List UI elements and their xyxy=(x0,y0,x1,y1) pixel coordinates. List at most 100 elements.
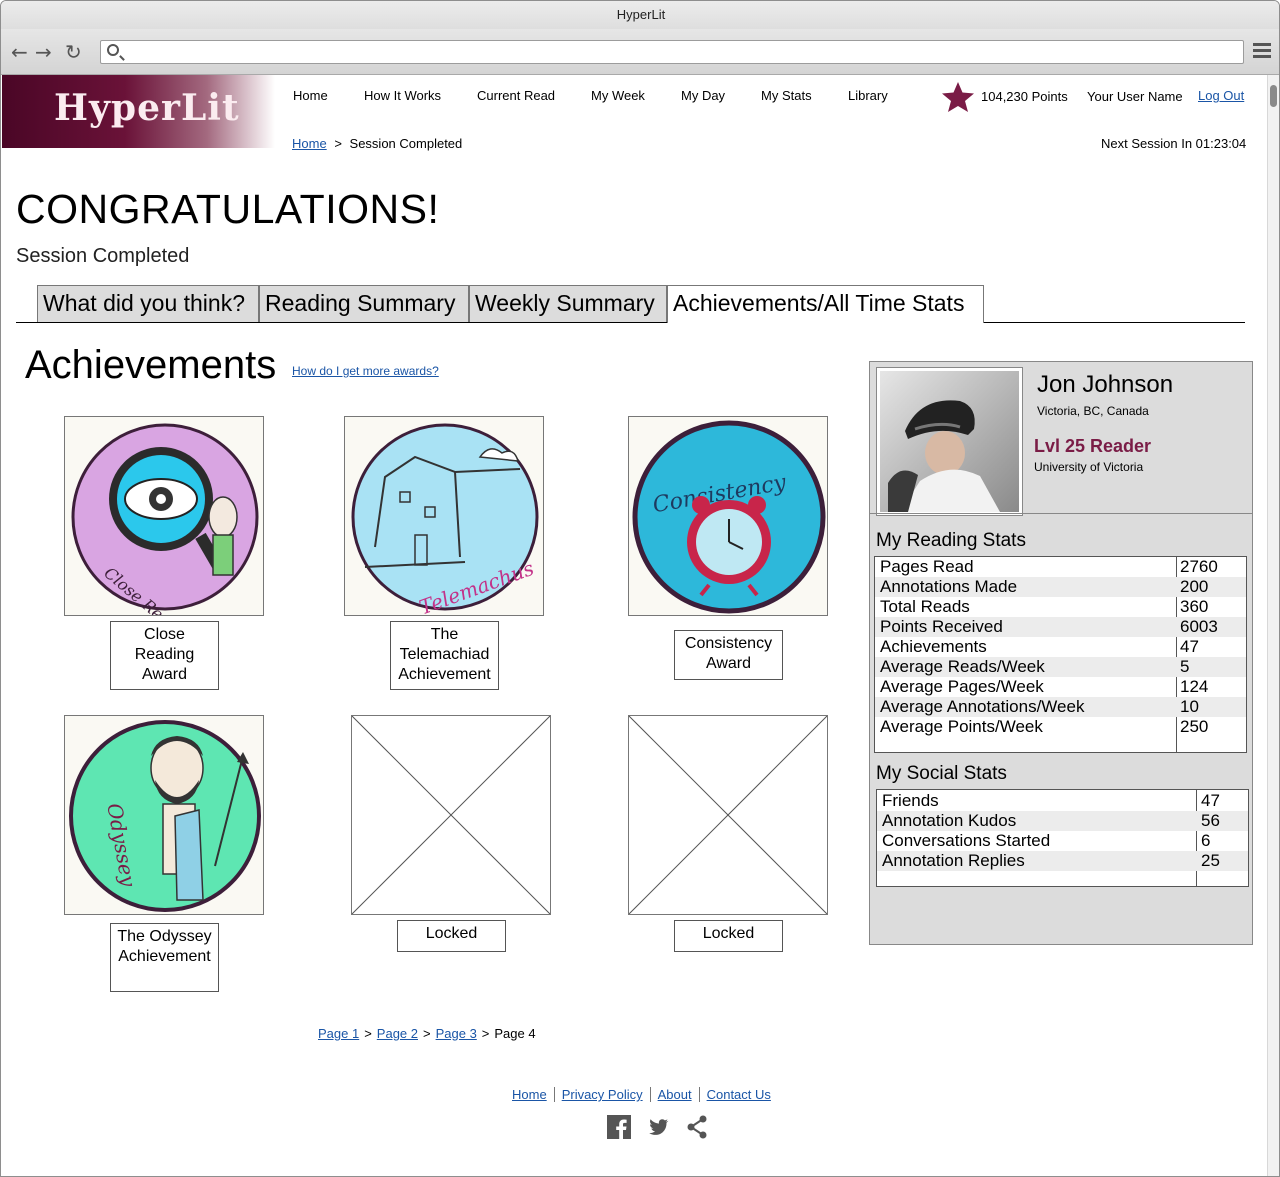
house-icon: Telemachus xyxy=(351,423,539,615)
pager-separator: > xyxy=(481,1026,490,1041)
footer-privacy-link[interactable]: Privacy Policy xyxy=(553,1087,650,1102)
browser-window: HyperLit ← → ↻ HyperLit Home How It Work… xyxy=(0,0,1280,1177)
footer-links: Home Privacy Policy About Contact Us xyxy=(505,1087,778,1102)
hamburger-menu-icon[interactable] xyxy=(1253,43,1271,59)
window-title: HyperLit xyxy=(1,1,1279,29)
next-session-timer: Next Session In 01:23:04 xyxy=(1101,136,1247,151)
award-label-line: Award xyxy=(141,666,188,683)
nav-current-read[interactable]: Current Read xyxy=(477,88,555,103)
tab-achievements-all-time-stats[interactable]: Achievements/All Time Stats xyxy=(667,285,984,323)
social-stats-table: Friends 47 Annotation Kudos 56 Conversatio… xyxy=(876,789,1249,887)
star-icon xyxy=(942,82,974,112)
pager-current-page: Page 4 xyxy=(494,1026,536,1041)
breadcrumb-home[interactable]: Home xyxy=(292,136,327,151)
stat-label: Annotation Kudos xyxy=(882,811,1017,830)
profile-level: Lvl 25 Reader xyxy=(1034,436,1152,456)
achievements-heading: Achievements xyxy=(25,343,277,387)
award-label-line: Consistency xyxy=(684,635,773,652)
award-close-reading-label: Close Reading Award xyxy=(110,621,219,690)
forward-arrow-icon[interactable]: → xyxy=(35,41,52,63)
award-telemachiad-image[interactable]: Telemachus xyxy=(344,416,544,616)
award-label-line: Achievement xyxy=(398,666,491,683)
tab-what-did-you-think[interactable]: What did you think? xyxy=(37,285,259,322)
scrollbar-thumb[interactable] xyxy=(1270,85,1277,107)
alarm-clock-icon: Consistency xyxy=(632,420,826,614)
panel-divider xyxy=(870,513,1252,514)
table-row: Conversations Started 6 xyxy=(877,831,1248,851)
pager-page-2[interactable]: Page 2 xyxy=(377,1026,418,1041)
stat-label: Conversations Started xyxy=(882,831,1051,850)
stat-value: 200 xyxy=(1180,577,1209,596)
stat-label: Average Annotations/Week xyxy=(880,697,1085,716)
profile-location: Victoria, BC, Canada xyxy=(1037,404,1149,418)
table-row: Pages Read 2760 xyxy=(875,557,1246,577)
tab-reading-summary[interactable]: Reading Summary xyxy=(259,285,469,322)
reading-stats-table: Pages Read 2760 Annotations Made 200 Total… xyxy=(874,556,1247,753)
award-consistency-image[interactable]: Consistency xyxy=(628,416,828,616)
stat-label: Average Points/Week xyxy=(880,717,1043,736)
nav-how-it-works[interactable]: How It Works xyxy=(364,88,441,103)
stat-value: 47 xyxy=(1180,637,1199,656)
award-odyssey-label: The Odyssey Achievement xyxy=(110,923,219,992)
nav-library[interactable]: Library xyxy=(848,88,888,103)
table-row: Friends 47 xyxy=(877,791,1248,811)
stat-value: 47 xyxy=(1201,791,1220,810)
stat-value: 6 xyxy=(1201,831,1211,850)
nav-my-week[interactable]: My Week xyxy=(591,88,645,103)
stat-value: 2760 xyxy=(1180,557,1218,576)
stat-value: 6003 xyxy=(1180,617,1218,636)
footer-about-link[interactable]: About xyxy=(649,1087,699,1102)
magnifier-eye-icon: Close Reading! xyxy=(71,423,259,615)
nav-home[interactable]: Home xyxy=(293,88,328,103)
stat-value: 56 xyxy=(1201,811,1220,830)
award-label-line: The xyxy=(430,626,459,643)
facebook-icon[interactable] xyxy=(607,1115,631,1139)
stat-label: Achievements xyxy=(880,637,987,656)
award-close-reading-image[interactable]: Close Reading! xyxy=(64,416,264,616)
award-label-line: Achievement xyxy=(118,948,211,965)
tab-bar: What did you think? Reading Summary Week… xyxy=(16,285,1245,323)
pager-page-1[interactable]: Page 1 xyxy=(318,1026,359,1041)
stat-value: 124 xyxy=(1180,677,1209,696)
logout-link[interactable]: Log Out xyxy=(1198,88,1244,103)
stat-value: 360 xyxy=(1180,597,1209,616)
tab-weekly-summary[interactable]: Weekly Summary xyxy=(469,285,667,322)
table-row: Annotations Made 200 xyxy=(875,577,1246,597)
breadcrumb-current: Session Completed xyxy=(349,136,463,151)
more-awards-help-link[interactable]: How do I get more awards? xyxy=(292,364,439,378)
table-row: Points Received 6003 xyxy=(875,617,1246,637)
twitter-icon[interactable] xyxy=(646,1115,670,1139)
browser-toolbar: ← → ↻ xyxy=(1,29,1279,75)
award-label-line: Telemachiad xyxy=(399,646,490,663)
locked-award-label: Locked xyxy=(674,920,783,952)
pager-page-3[interactable]: Page 3 xyxy=(436,1026,477,1041)
stat-label: Annotations Made xyxy=(880,577,1018,596)
locked-award-image xyxy=(351,715,551,915)
footer-contact-link[interactable]: Contact Us xyxy=(698,1087,778,1102)
table-row: Average Annotations/Week 10 xyxy=(875,697,1246,717)
user-name[interactable]: Your User Name xyxy=(1087,89,1183,104)
stat-value: 5 xyxy=(1180,657,1190,676)
address-bar[interactable] xyxy=(100,40,1244,64)
table-row: Annotation Replies 25 xyxy=(877,851,1248,871)
search-icon xyxy=(107,44,119,56)
hyperlit-logo[interactable]: HyperLit xyxy=(2,75,275,148)
award-label-line: Reading xyxy=(134,646,195,663)
reload-icon[interactable]: ↻ xyxy=(65,41,82,63)
award-odyssey-image[interactable]: Odyssey xyxy=(64,715,264,915)
nav-my-day[interactable]: My Day xyxy=(681,88,725,103)
social-stats-title: My Social Stats xyxy=(876,763,1007,784)
award-label-line: The Odyssey xyxy=(117,928,212,945)
page-subtitle: Session Completed xyxy=(16,245,190,267)
table-row: Average Pages/Week 124 xyxy=(875,677,1246,697)
table-row: Total Reads 360 xyxy=(875,597,1246,617)
scrollbar[interactable] xyxy=(1267,75,1279,1176)
stat-label: Total Reads xyxy=(880,597,970,616)
footer-home-link[interactable]: Home xyxy=(505,1087,554,1102)
back-arrow-icon[interactable]: ← xyxy=(11,41,28,63)
share-icon[interactable] xyxy=(685,1115,709,1139)
stat-label: Average Reads/Week xyxy=(880,657,1045,676)
nav-my-stats[interactable]: My Stats xyxy=(761,88,812,103)
avatar-photo xyxy=(880,371,1019,512)
bearded-man-icon: Odyssey xyxy=(69,720,261,912)
